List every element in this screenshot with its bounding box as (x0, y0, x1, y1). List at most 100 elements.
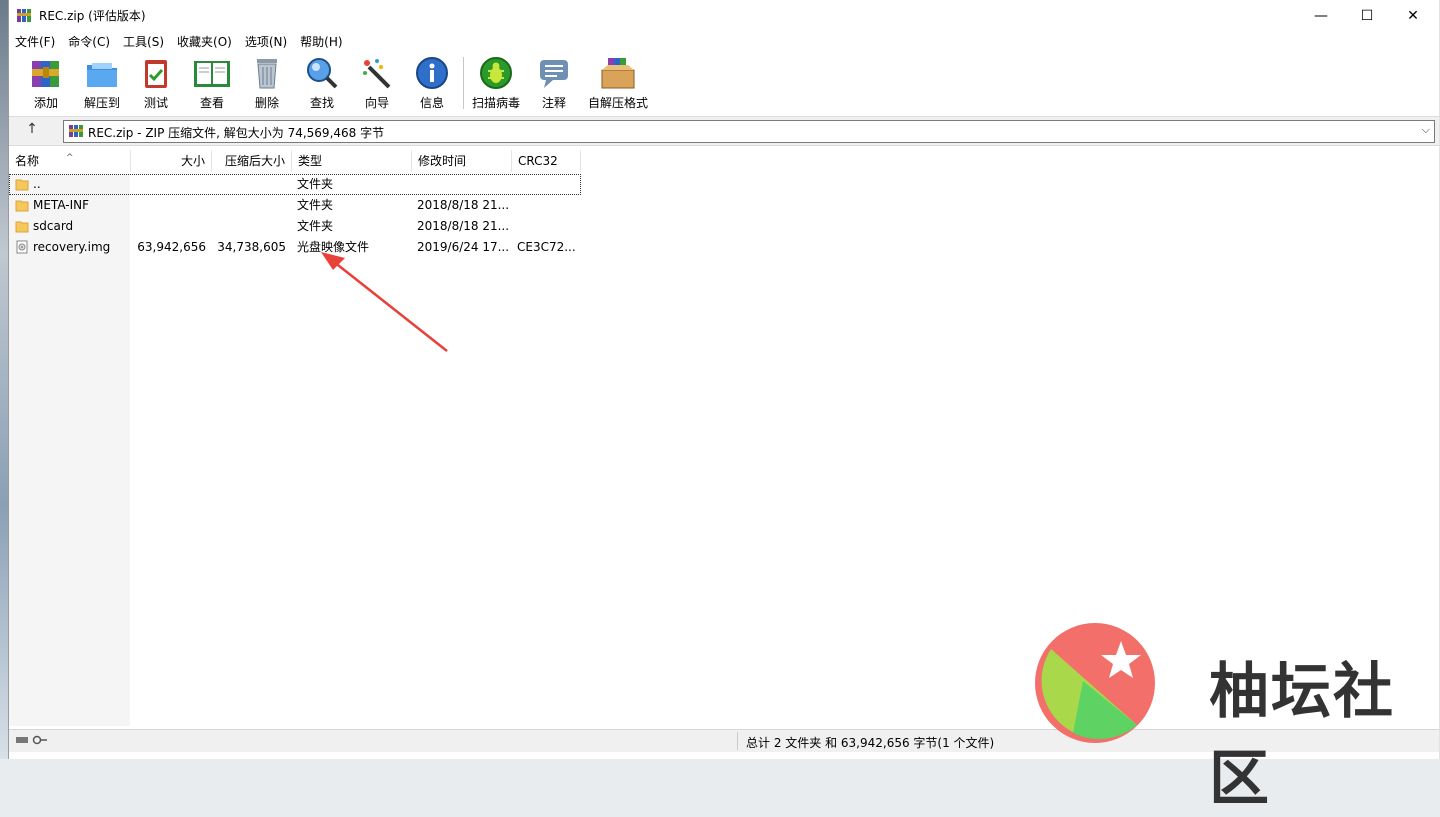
virus-scan-button[interactable]: 扫描病毒 (469, 55, 523, 113)
file-name: .. (33, 177, 41, 191)
menu-favorites[interactable]: 收藏夹(O) (171, 33, 239, 50)
column-header-type[interactable]: 类型 (292, 150, 412, 172)
add-label: 添加 (33, 96, 58, 110)
column-type-label: 类型 (298, 154, 323, 168)
test-clipboard-icon (145, 60, 167, 88)
folder-icon (15, 221, 29, 233)
maximize-icon: ☐ (1360, 7, 1374, 24)
column-packed-label: 压缩后大小 (224, 154, 285, 168)
watermark-text: 柚坛社区 (1209, 657, 1395, 814)
status-separator (737, 732, 738, 750)
file-packed: 34,738,605 (217, 240, 286, 254)
file-packed (212, 174, 286, 195)
annotation-arrow (321, 252, 448, 352)
find-button[interactable]: 查找 (295, 55, 349, 113)
toolbar: 添加 解压到 测试 查看 删除 查找 向导 信息 扫描病毒 注释 自解压格式 (9, 51, 1439, 115)
menu-bar: 文件(F) 命令(C) 工具(S) 收藏夹(O) 选项(N) 帮助(H) (9, 31, 1439, 51)
column-modified-label: 修改时间 (418, 154, 467, 168)
comment-button[interactable]: 注释 (527, 55, 581, 113)
column-size-label: 大小 (180, 154, 205, 168)
sfx-box-icon (601, 58, 635, 89)
column-header-name[interactable]: 名称 ^ (9, 150, 131, 172)
column-header-modified[interactable]: 修改时间 (412, 150, 512, 172)
wizard-label: 向导 (364, 96, 389, 110)
list-item-meta-inf[interactable]: META-INF 文件夹 2018/8/18 21... (9, 195, 581, 216)
test-button[interactable]: 测试 (129, 55, 183, 113)
disc-image-icon (16, 240, 28, 254)
list-item-sdcard[interactable]: sdcard 文件夹 2018/8/18 21... (9, 216, 581, 237)
info-button[interactable]: 信息 (405, 55, 459, 113)
winrar-window: REC.zip (评估版本) — ☐ ✕ 文件(F) 命令(C) 工具(S) 收… (8, 0, 1439, 814)
extract-to-button[interactable]: 解压到 (75, 55, 129, 113)
file-type: 文件夹 (297, 177, 334, 191)
extract-to-label: 解压到 (83, 96, 120, 110)
add-button[interactable]: 添加 (19, 55, 73, 113)
test-label: 测试 (143, 96, 168, 110)
file-size (131, 174, 206, 195)
column-name-label: 名称 (15, 154, 40, 168)
file-name: recovery.img (33, 240, 111, 254)
delete-label: 删除 (254, 96, 279, 110)
view-button[interactable]: 查看 (185, 55, 239, 113)
file-crc (517, 195, 579, 216)
up-arrow-icon: ↑ (26, 121, 38, 137)
archive-path-text: REC.zip - ZIP 压缩文件, 解包大小为 74,569,468 字节 (88, 126, 385, 140)
file-packed (212, 216, 286, 237)
file-crc: CE3C72... (517, 240, 576, 254)
menu-help[interactable]: 帮助(H) (294, 33, 349, 50)
magic-wand-icon (363, 59, 391, 89)
menu-file[interactable]: 文件(F) (9, 33, 62, 50)
file-name: META-INF (33, 198, 90, 212)
wizard-button[interactable]: 向导 (350, 55, 404, 113)
close-button[interactable]: ✕ (1390, 0, 1436, 31)
info-label: 信息 (419, 96, 444, 110)
column-header-crc[interactable]: CRC32 (512, 150, 581, 172)
window-title: REC.zip (评估版本) (39, 9, 146, 23)
file-type: 文件夹 (297, 198, 334, 212)
menu-commands[interactable]: 命令(C) (62, 33, 117, 50)
virus-scan-label: 扫描病毒 (471, 96, 520, 110)
list-item-recovery-img[interactable]: recovery.img 63,942,656 34,738,605 光盘映像文… (9, 237, 581, 258)
desktop-background-edge (0, 0, 8, 759)
extract-folder-icon (87, 63, 117, 87)
title-bar[interactable]: REC.zip (评估版本) — ☐ ✕ (9, 0, 1439, 31)
column-crc-label: CRC32 (518, 154, 558, 168)
file-type: 文件夹 (297, 219, 334, 233)
sfx-label: 自解压格式 (587, 96, 648, 110)
minimize-icon: — (1314, 7, 1328, 24)
file-list: 名称 ^ 大小 压缩后大小 类型 修改时间 CRC32 .. 文件夹 META-… (9, 146, 1439, 728)
column-header-packed[interactable]: 压缩后大小 (212, 150, 292, 172)
path-field[interactable]: REC.zip - ZIP 压缩文件, 解包大小为 74,569,468 字节 … (63, 120, 1435, 143)
file-size: 63,942,656 (137, 240, 206, 254)
file-crc (517, 174, 579, 195)
watermark-logo (1035, 623, 1155, 743)
trash-can-icon (257, 59, 277, 89)
file-crc (517, 216, 579, 237)
list-header: 名称 ^ 大小 压缩后大小 类型 修改时间 CRC32 (9, 150, 1439, 172)
delete-button[interactable]: 删除 (240, 55, 294, 113)
folder-icon (15, 200, 29, 212)
magnifier-icon (307, 58, 338, 89)
column-header-size[interactable]: 大小 (131, 150, 212, 172)
folder-icon (15, 179, 29, 191)
file-size (131, 195, 206, 216)
toolbar-separator (463, 57, 464, 109)
list-item-parent[interactable]: .. 文件夹 (9, 174, 581, 195)
menu-tools[interactable]: 工具(S) (117, 33, 171, 50)
view-book-icon (194, 61, 230, 87)
menu-options[interactable]: 选项(N) (239, 33, 294, 50)
maximize-button[interactable]: ☐ (1344, 0, 1390, 31)
winrar-app-icon (16, 7, 32, 23)
view-label: 查看 (199, 96, 224, 110)
file-modified (417, 174, 512, 195)
close-icon: ✕ (1407, 7, 1419, 24)
sort-ascending-icon: ^ (66, 153, 74, 163)
file-name: sdcard (33, 219, 74, 233)
chevron-down-icon[interactable]: ⌵ (1422, 123, 1430, 137)
minimize-button[interactable]: — (1298, 0, 1344, 31)
drive-key-icon (15, 734, 49, 749)
comment-icon (540, 60, 568, 88)
sfx-button[interactable]: 自解压格式 (587, 55, 649, 113)
file-size (131, 216, 206, 237)
up-one-level-button[interactable]: ↑ (21, 121, 43, 141)
